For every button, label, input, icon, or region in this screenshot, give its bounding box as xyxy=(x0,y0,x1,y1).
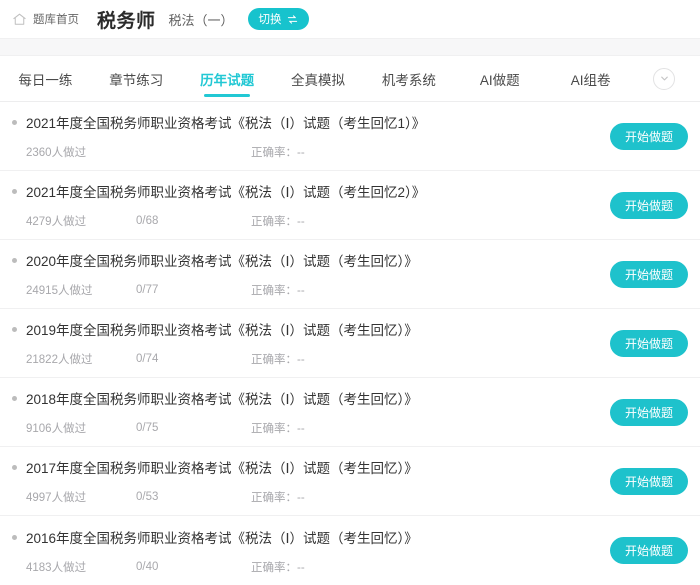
exam-title: 2018年度全国税务师职业资格考试《税法（Ⅰ）试题（考生回忆）》 xyxy=(26,392,418,407)
accuracy-rate: 正确率：-- xyxy=(251,147,305,159)
header-divider-band xyxy=(0,38,700,56)
tab-full-simulation[interactable]: 全真模拟 xyxy=(273,56,364,101)
tab-label: 历年试题 xyxy=(200,72,255,88)
page-header: 题库首页 税务师 税法（一） 切换 xyxy=(0,0,700,38)
exam-title: 2016年度全国税务师职业资格考试《税法（Ⅰ）试题（考生回忆）》 xyxy=(26,530,418,546)
subject-name[interactable]: 税法（一） xyxy=(169,10,234,29)
accuracy-rate: 正确率：-- xyxy=(251,216,305,228)
row-content: 2017年度全国税务师职业资格考试《税法（Ⅰ）试题（考生回忆）》 4997人做过… xyxy=(12,457,602,505)
participants-count: 4279人做过 xyxy=(26,216,87,228)
exam-title: 2021年度全国税务师职业资格考试《税法（Ⅰ）试题（考生回忆1）》 xyxy=(26,116,426,131)
start-practice-button[interactable]: 开始做题 xyxy=(610,260,688,288)
table-row[interactable]: 2017年度全国税务师职业资格考试《税法（Ⅰ）试题（考生回忆）》 4997人做过… xyxy=(0,447,700,516)
row-title-line: 2021年度全国税务师职业资格考试《税法（Ⅰ）试题（考生回忆1）》 xyxy=(12,112,602,132)
tab-computer-exam-system[interactable]: 机考系统 xyxy=(363,56,454,101)
participants-count: 2360人做过 xyxy=(26,147,87,159)
start-practice-button[interactable]: 开始做题 xyxy=(610,191,688,219)
switch-subject-button[interactable]: 切换 xyxy=(247,8,309,30)
progress-count: 0/68 xyxy=(136,215,159,227)
table-row[interactable]: 2020年度全国税务师职业资格考试《税法（Ⅰ）试题（考生回忆）》 24915人做… xyxy=(0,240,700,309)
accuracy-rate: 正确率：-- xyxy=(251,354,305,366)
tab-label: 每日一练 xyxy=(18,72,73,88)
row-meta: 4997人做过 0/53 正确率：-- xyxy=(12,489,602,505)
start-practice-button[interactable]: 开始做题 xyxy=(610,398,688,426)
tab-label: 章节练习 xyxy=(109,72,164,88)
row-meta: 4279人做过 0/68 正确率：-- xyxy=(12,213,602,229)
home-link[interactable]: 题库首页 xyxy=(12,11,79,27)
row-content: 2019年度全国税务师职业资格考试《税法（Ⅰ）试题（考生回忆）》 21822人做… xyxy=(12,319,602,367)
exam-paper-list: 2021年度全国税务师职业资格考试《税法（Ⅰ）试题（考生回忆1）》 2360人做… xyxy=(0,102,700,585)
bullet-icon xyxy=(12,465,17,470)
accuracy-rate: 正确率：-- xyxy=(251,423,305,435)
start-practice-button[interactable]: 开始做题 xyxy=(610,467,688,495)
row-title-line: 2016年度全国税务师职业资格考试《税法（Ⅰ）试题（考生回忆）》 xyxy=(12,527,602,547)
progress-count: 0/74 xyxy=(136,353,159,365)
tab-daily-practice[interactable]: 每日一练 xyxy=(0,56,91,101)
exam-title: 2019年度全国税务师职业资格考试《税法（Ⅰ）试题（考生回忆）》 xyxy=(26,323,418,338)
start-practice-button[interactable]: 开始做题 xyxy=(610,122,688,150)
participants-count: 24915人做过 xyxy=(26,285,93,297)
row-content: 2021年度全国税务师职业资格考试《税法（Ⅰ）试题（考生回忆1）》 2360人做… xyxy=(12,112,602,160)
exam-title: 2021年度全国税务师职业资格考试《税法（Ⅰ）试题（考生回忆2）》 xyxy=(26,185,426,200)
table-row[interactable]: 2018年度全国税务师职业资格考试《税法（Ⅰ）试题（考生回忆）》 9106人做过… xyxy=(0,378,700,447)
progress-count: 0/53 xyxy=(136,491,159,503)
row-meta: 21822人做过 0/74 正确率：-- xyxy=(12,351,602,367)
accuracy-rate: 正确率：-- xyxy=(251,285,305,297)
tab-label: 机考系统 xyxy=(381,72,436,88)
exam-title: 2020年度全国税务师职业资格考试《税法（Ⅰ）试题（考生回忆）》 xyxy=(26,254,418,269)
tab-chapter-practice[interactable]: 章节练习 xyxy=(91,56,182,101)
row-content: 2018年度全国税务师职业资格考试《税法（Ⅰ）试题（考生回忆）》 9106人做过… xyxy=(12,388,602,436)
tab-past-exams[interactable]: 历年试题 xyxy=(182,56,273,101)
progress-count: 0/75 xyxy=(136,422,159,434)
bullet-icon xyxy=(12,327,17,332)
row-title-line: 2018年度全国税务师职业资格考试《税法（Ⅰ）试题（考生回忆）》 xyxy=(12,388,602,408)
row-content: 2016年度全国税务师职业资格考试《税法（Ⅰ）试题（考生回忆）》 4183人做过… xyxy=(12,527,602,575)
tab-ai-practice[interactable]: AI做题 xyxy=(454,56,545,101)
swap-horizontal-icon xyxy=(287,14,298,25)
row-meta: 9106人做过 0/75 正确率：-- xyxy=(12,420,602,436)
row-title-line: 2020年度全国税务师职业资格考试《税法（Ⅰ）试题（考生回忆）》 xyxy=(12,250,602,270)
tab-overflow-container xyxy=(636,56,692,101)
table-row[interactable]: 2021年度全国税务师职业资格考试《税法（Ⅰ）试题（考生回忆1）》 2360人做… xyxy=(0,102,700,171)
tab-label: AI做题 xyxy=(479,72,520,88)
accuracy-rate: 正确率：-- xyxy=(251,492,305,504)
participants-count: 9106人做过 xyxy=(26,423,87,435)
row-content: 2021年度全国税务师职业资格考试《税法（Ⅰ）试题（考生回忆2）》 4279人做… xyxy=(12,181,602,229)
tab-label: 全真模拟 xyxy=(291,72,345,88)
category-tabbar: 每日一练 章节练习 历年试题 全真模拟 机考系统 AI做题 AI组卷 xyxy=(0,56,700,102)
switch-label: 切换 xyxy=(258,14,282,26)
progress-count: 0/77 xyxy=(136,284,159,296)
bullet-icon xyxy=(12,258,17,263)
table-row[interactable]: 2021年度全国税务师职业资格考试《税法（Ⅰ）试题（考生回忆2）》 4279人做… xyxy=(0,171,700,240)
home-label: 题库首页 xyxy=(33,14,79,26)
chevron-down-icon[interactable] xyxy=(653,67,675,90)
bullet-icon xyxy=(12,189,17,194)
bullet-icon xyxy=(12,534,17,540)
row-meta: 4183人做过 0/40 正确率：-- xyxy=(12,559,602,575)
row-title-line: 2021年度全国税务师职业资格考试《税法（Ⅰ）试题（考生回忆2）》 xyxy=(12,181,602,201)
row-meta: 24915人做过 0/77 正确率：-- xyxy=(12,282,602,298)
accuracy-rate: 正确率：-- xyxy=(251,561,305,574)
start-practice-button[interactable]: 开始做题 xyxy=(610,329,688,357)
tab-ai-paper-builder[interactable]: AI组卷 xyxy=(545,56,636,101)
row-title-line: 2019年度全国税务师职业资格考试《税法（Ⅰ）试题（考生回忆）》 xyxy=(12,319,602,339)
progress-count: 0/40 xyxy=(136,560,159,573)
table-row[interactable]: 2019年度全国税务师职业资格考试《税法（Ⅰ）试题（考生回忆）》 21822人做… xyxy=(0,309,700,378)
bullet-icon xyxy=(12,396,17,401)
page-title: 税务师 xyxy=(97,10,156,32)
home-icon xyxy=(12,12,27,27)
bullet-icon xyxy=(12,120,17,125)
start-practice-button[interactable]: 开始做题 xyxy=(610,537,688,564)
participants-count: 4997人做过 xyxy=(26,492,87,504)
tab-list: 每日一练 章节练习 历年试题 全真模拟 机考系统 AI做题 AI组卷 xyxy=(0,56,636,101)
row-content: 2020年度全国税务师职业资格考试《税法（Ⅰ）试题（考生回忆）》 24915人做… xyxy=(12,250,602,298)
row-title-line: 2017年度全国税务师职业资格考试《税法（Ⅰ）试题（考生回忆）》 xyxy=(12,457,602,477)
participants-count: 4183人做过 xyxy=(26,561,87,574)
participants-count: 21822人做过 xyxy=(26,354,93,366)
row-meta: 2360人做过 正确率：-- xyxy=(12,144,602,160)
exam-title: 2017年度全国税务师职业资格考试《税法（Ⅰ）试题（考生回忆）》 xyxy=(26,461,418,476)
table-row[interactable]: 2016年度全国税务师职业资格考试《税法（Ⅰ）试题（考生回忆）》 4183人做过… xyxy=(0,516,700,585)
tab-label: AI组卷 xyxy=(570,72,611,88)
